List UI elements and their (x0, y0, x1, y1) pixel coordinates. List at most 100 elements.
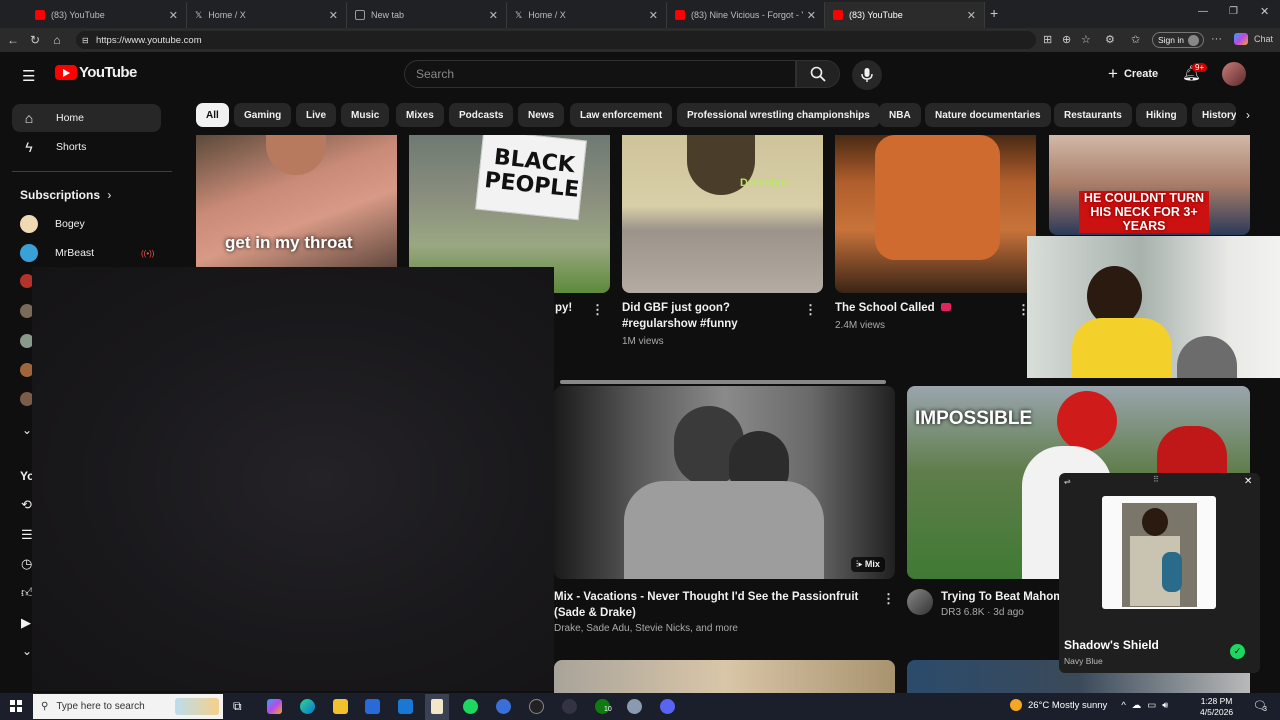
browser-tab[interactable]: (83) YouTube ✕ (27, 2, 187, 28)
reload-icon[interactable]: ↻ (24, 33, 46, 47)
network-icon[interactable]: ▭ (1147, 700, 1156, 711)
chip-hiking[interactable]: Hiking (1136, 103, 1187, 127)
playlists-icon[interactable]: ☰ (21, 527, 33, 543)
create-button[interactable]: + Create (1100, 62, 1166, 86)
close-tab-icon[interactable]: ✕ (807, 9, 816, 22)
discord-icon[interactable] (660, 699, 675, 714)
short-title-row[interactable]: The School Called (835, 300, 951, 316)
maximize-icon[interactable]: ❐ (1229, 6, 1238, 17)
url-field[interactable]: ⊟ https://www.youtube.com (76, 31, 1036, 49)
browser-tab[interactable]: New tab ✕ (347, 2, 507, 28)
show-more-chevron-icon[interactable]: ⌄ (22, 423, 32, 437)
chip-mixes[interactable]: Mixes (396, 103, 444, 127)
favorites-icon[interactable]: ✩ (1131, 33, 1140, 46)
chips-next-chevron-icon[interactable]: › (1236, 103, 1260, 127)
volume-icon[interactable]: 🔊︎ (1162, 700, 1168, 711)
chip-law-enforcement[interactable]: Law enforcement (570, 103, 673, 127)
windows-start-icon[interactable] (10, 700, 22, 712)
copilot-icon[interactable] (267, 699, 282, 714)
saved-check-icon[interactable]: ✓ (1230, 644, 1245, 659)
chip-all[interactable]: All (196, 103, 229, 127)
zoom-icon[interactable]: ⊕ (1062, 33, 1071, 46)
minimize-icon[interactable]: — (1198, 6, 1208, 17)
sidebar-item-shorts[interactable]: ϟ Shorts (12, 133, 161, 161)
close-tab-icon[interactable]: ✕ (329, 9, 338, 22)
more-options-icon[interactable]: ··· (1211, 33, 1222, 45)
artist-name[interactable]: Navy Blue (1064, 656, 1103, 666)
ea-app-icon[interactable] (496, 699, 511, 714)
browser-tab[interactable]: 𝕏 Home / X ✕ (507, 2, 667, 28)
store-icon[interactable] (365, 699, 380, 714)
sidebar-sub-bogey[interactable]: Bogey (20, 215, 85, 233)
close-window-icon[interactable]: ✕ (1260, 5, 1269, 18)
settings-sliders-icon[interactable]: ⇌ (1064, 477, 1071, 486)
chip-podcasts[interactable]: Podcasts (449, 103, 514, 127)
close-tab-icon[interactable]: ✕ (649, 9, 658, 22)
chip-nature-documentaries[interactable]: Nature documentaries (925, 103, 1051, 127)
more-options-icon[interactable]: ⋮ (882, 591, 895, 607)
hamburger-menu-icon[interactable]: ☰ (22, 67, 35, 85)
extensions-icon[interactable]: ⚙ (1105, 33, 1115, 46)
spotify-icon[interactable] (463, 699, 478, 714)
new-tab-plus-icon[interactable]: + (990, 5, 998, 21)
subscriptions-header[interactable]: Subscriptions › (20, 188, 111, 202)
video-title[interactable]: Trying To Beat Mahom (941, 589, 1063, 605)
taskbar-search-box[interactable]: ⚲ Type here to search (33, 694, 223, 719)
youtube-logo[interactable]: YouTube (55, 64, 137, 81)
active-app-slot[interactable] (425, 694, 449, 720)
track-title[interactable]: Shadow's Shield (1064, 638, 1159, 652)
chat-label[interactable]: Chat (1254, 34, 1273, 44)
sign-in-button[interactable]: Sign in (1152, 32, 1204, 48)
task-view-icon[interactable]: ⧉ (233, 699, 242, 714)
short-thumbnail[interactable]: HE COULDNT TURN HIS NECK FOR 3+ YEARS (1049, 135, 1250, 235)
browser-tab-active[interactable]: (83) YouTube ✕ (825, 2, 985, 28)
app-icon[interactable]: ⊞ (1043, 33, 1052, 46)
home-icon[interactable]: ⌂ (46, 33, 68, 47)
site-info-icon[interactable]: ⊟ (82, 36, 89, 45)
mail-icon[interactable] (398, 699, 413, 714)
weather-text[interactable]: 26°C Mostly sunny (1028, 700, 1107, 711)
short-thumbnail[interactable] (835, 135, 1036, 293)
favorite-star-icon[interactable]: ☆ (1081, 33, 1091, 46)
close-tab-icon[interactable]: ✕ (489, 9, 498, 22)
close-tab-icon[interactable]: ✕ (169, 9, 178, 22)
back-icon[interactable]: ← (2, 33, 24, 47)
obs-icon[interactable] (529, 699, 544, 714)
search-input[interactable]: Search (404, 60, 796, 88)
video-title[interactable]: Mix - Vacations - Never Thought I'd See … (554, 589, 880, 621)
security-icon[interactable] (627, 699, 642, 714)
copilot-icon[interactable] (1234, 33, 1248, 45)
browser-tab[interactable]: 𝕏 Home / X ✕ (187, 2, 347, 28)
chip-restaurants[interactable]: Restaurants (1054, 103, 1132, 127)
browser-tab[interactable]: (83) Nine Vicious - Forgot - YouTube ✕ (667, 2, 825, 28)
chip-news[interactable]: News (518, 103, 565, 127)
chip-gaming[interactable]: Gaming (234, 103, 292, 127)
video-thumbnail[interactable]: ⫶▸ Mix (554, 386, 895, 579)
chip-live[interactable]: Live (296, 103, 337, 127)
chip-nba[interactable]: NBA (879, 103, 921, 127)
more-options-icon[interactable]: ⋮ (804, 302, 817, 318)
user-avatar[interactable] (1222, 62, 1246, 86)
edge-icon[interactable] (300, 699, 315, 714)
file-explorer-icon[interactable] (333, 699, 348, 714)
close-icon[interactable]: ✕ (1244, 476, 1252, 487)
watch-later-icon[interactable]: ◷ (21, 556, 32, 572)
search-button[interactable] (796, 60, 840, 88)
onedrive-icon[interactable]: ☁ (1132, 700, 1142, 711)
short-thumbnail[interactable]: Dresoiye: (622, 135, 823, 293)
sidebar-sub-mrbeast[interactable]: MrBeast (20, 244, 94, 262)
chip-professional-wrestling-championships[interactable]: Professional wrestling championships (677, 103, 880, 127)
chip-history[interactable]: History (1192, 103, 1236, 127)
sidebar-item-home[interactable]: ⌂ Home (12, 104, 161, 132)
voice-search-button[interactable] (852, 60, 882, 90)
short-title[interactable]: Did GBF just goon? #regularshow #funny (622, 300, 802, 332)
show-more-chevron-icon[interactable]: ⌄ (22, 644, 32, 658)
channel-name[interactable]: DR3 (941, 607, 961, 618)
history-icon[interactable]: ⟲ (21, 497, 32, 513)
short-title[interactable]: py! (555, 300, 572, 316)
more-options-icon[interactable]: ⋮ (591, 302, 604, 318)
your-videos-icon[interactable]: ▶ (21, 615, 31, 631)
video-thumbnail[interactable] (554, 660, 895, 693)
tray-overflow-chevron-icon[interactable]: ^ (1121, 700, 1125, 711)
taskbar-clock[interactable]: 1:28 PM 4/5/2026 (1200, 696, 1233, 718)
